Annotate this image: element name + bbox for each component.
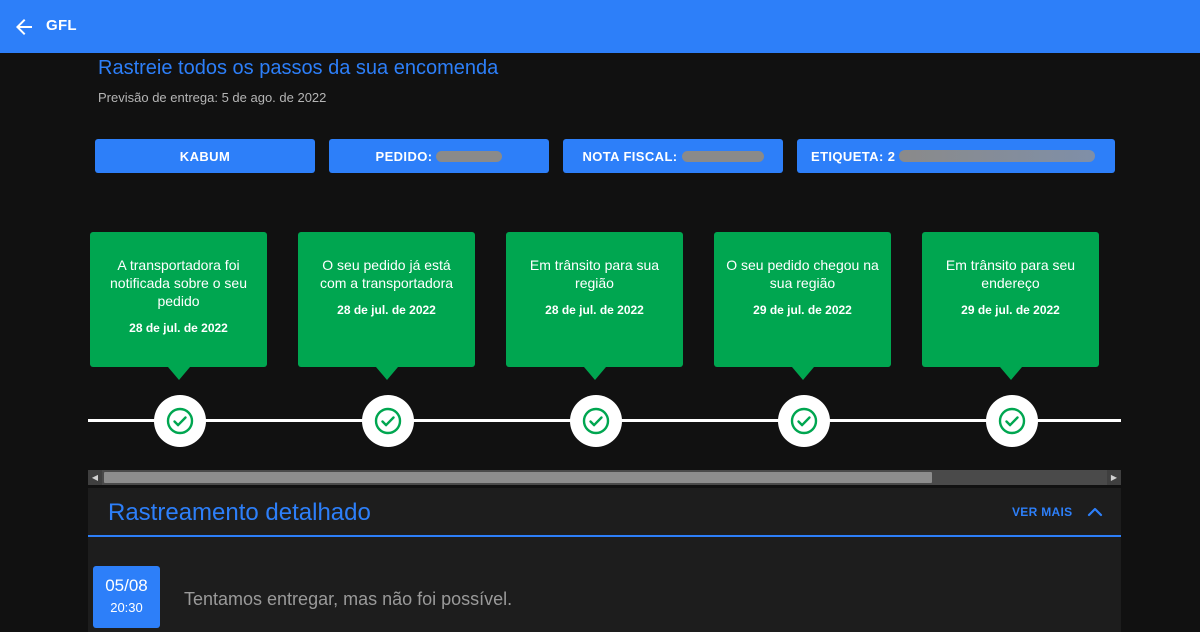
delivery-estimate: Previsão de entrega: 5 de ago. de 2022 xyxy=(98,90,327,105)
invoice-chip-label: NOTA FISCAL: xyxy=(582,148,678,164)
step-card-5: Em trânsito para seu endereço 29 de jul.… xyxy=(922,232,1099,380)
redaction-mask xyxy=(436,150,503,162)
step-card-1: A transportadora foi notificada sobre o … xyxy=(90,232,267,380)
scroll-right-arrow-icon[interactable]: ▶ xyxy=(1107,470,1121,485)
event-day: 05/08 xyxy=(105,576,148,595)
step-date: 28 de jul. de 2022 xyxy=(129,321,228,335)
arrow-left-icon xyxy=(16,19,32,35)
check-circle-icon xyxy=(166,407,194,435)
chevron-up-icon xyxy=(1087,507,1103,517)
step-title: O seu pedido chegou na sua região xyxy=(726,257,879,291)
step-check-1 xyxy=(154,395,206,447)
step-title: Em trânsito para seu endereço xyxy=(945,257,1076,291)
app-title: GFL xyxy=(46,17,77,34)
horizontal-scrollbar[interactable]: ◀ ▶ xyxy=(88,470,1121,485)
section-divider xyxy=(88,535,1121,537)
app-bar: GFL xyxy=(0,0,1200,53)
page-title: Rastreie todos os passos da sua encomend… xyxy=(98,57,499,79)
step-date: 28 de jul. de 2022 xyxy=(337,303,436,317)
label-chip[interactable]: ETIQUETA: 2 xyxy=(797,139,1115,173)
label-chip-label: ETIQUETA: 2 xyxy=(811,148,896,164)
step-date: 28 de jul. de 2022 xyxy=(545,303,644,317)
collapse-button[interactable] xyxy=(1085,502,1105,522)
step-date: 29 de jul. de 2022 xyxy=(753,303,852,317)
carrier-chip[interactable]: KABUM xyxy=(95,139,315,173)
step-title: O seu pedido já está com a transportador… xyxy=(319,257,454,291)
redaction-mask xyxy=(899,150,1096,162)
event-time: 20:30 xyxy=(110,600,143,615)
step-date: 29 de jul. de 2022 xyxy=(961,303,1060,317)
scroll-left-arrow-icon[interactable]: ◀ xyxy=(88,470,102,485)
check-circle-icon xyxy=(582,407,610,435)
redaction-mask xyxy=(681,150,764,162)
section-title: Rastreamento detalhado xyxy=(108,499,371,526)
step-title: A transportadora foi notificada sobre o … xyxy=(110,257,247,309)
scrollbar-thumb[interactable] xyxy=(104,472,932,483)
step-card-4: O seu pedido chegou na sua região 29 de … xyxy=(714,232,891,380)
carrier-chip-label: KABUM xyxy=(179,148,231,164)
step-check-3 xyxy=(570,395,622,447)
invoice-chip[interactable]: NOTA FISCAL: xyxy=(563,139,783,173)
detailed-tracking-panel: Rastreamento detalhado VER MAIS 05/08 20… xyxy=(88,488,1121,632)
back-button[interactable] xyxy=(12,15,36,39)
order-chip[interactable]: PEDIDO: xyxy=(329,139,549,173)
check-circle-icon xyxy=(998,407,1026,435)
see-more-button[interactable]: VER MAIS xyxy=(1012,505,1072,519)
check-circle-icon xyxy=(374,407,402,435)
event-date-badge: 05/08 20:30 xyxy=(93,566,160,628)
event-description: Tentamos entregar, mas não foi possível. xyxy=(184,589,513,609)
check-circle-icon xyxy=(790,407,818,435)
order-chip-label: PEDIDO: xyxy=(375,148,433,164)
step-title: Em trânsito para sua região xyxy=(529,257,660,291)
step-check-5 xyxy=(986,395,1038,447)
step-card-2: O seu pedido já está com a transportador… xyxy=(298,232,475,380)
step-check-4 xyxy=(778,395,830,447)
step-check-2 xyxy=(362,395,414,447)
step-card-3: Em trânsito para sua região 28 de jul. d… xyxy=(506,232,683,380)
